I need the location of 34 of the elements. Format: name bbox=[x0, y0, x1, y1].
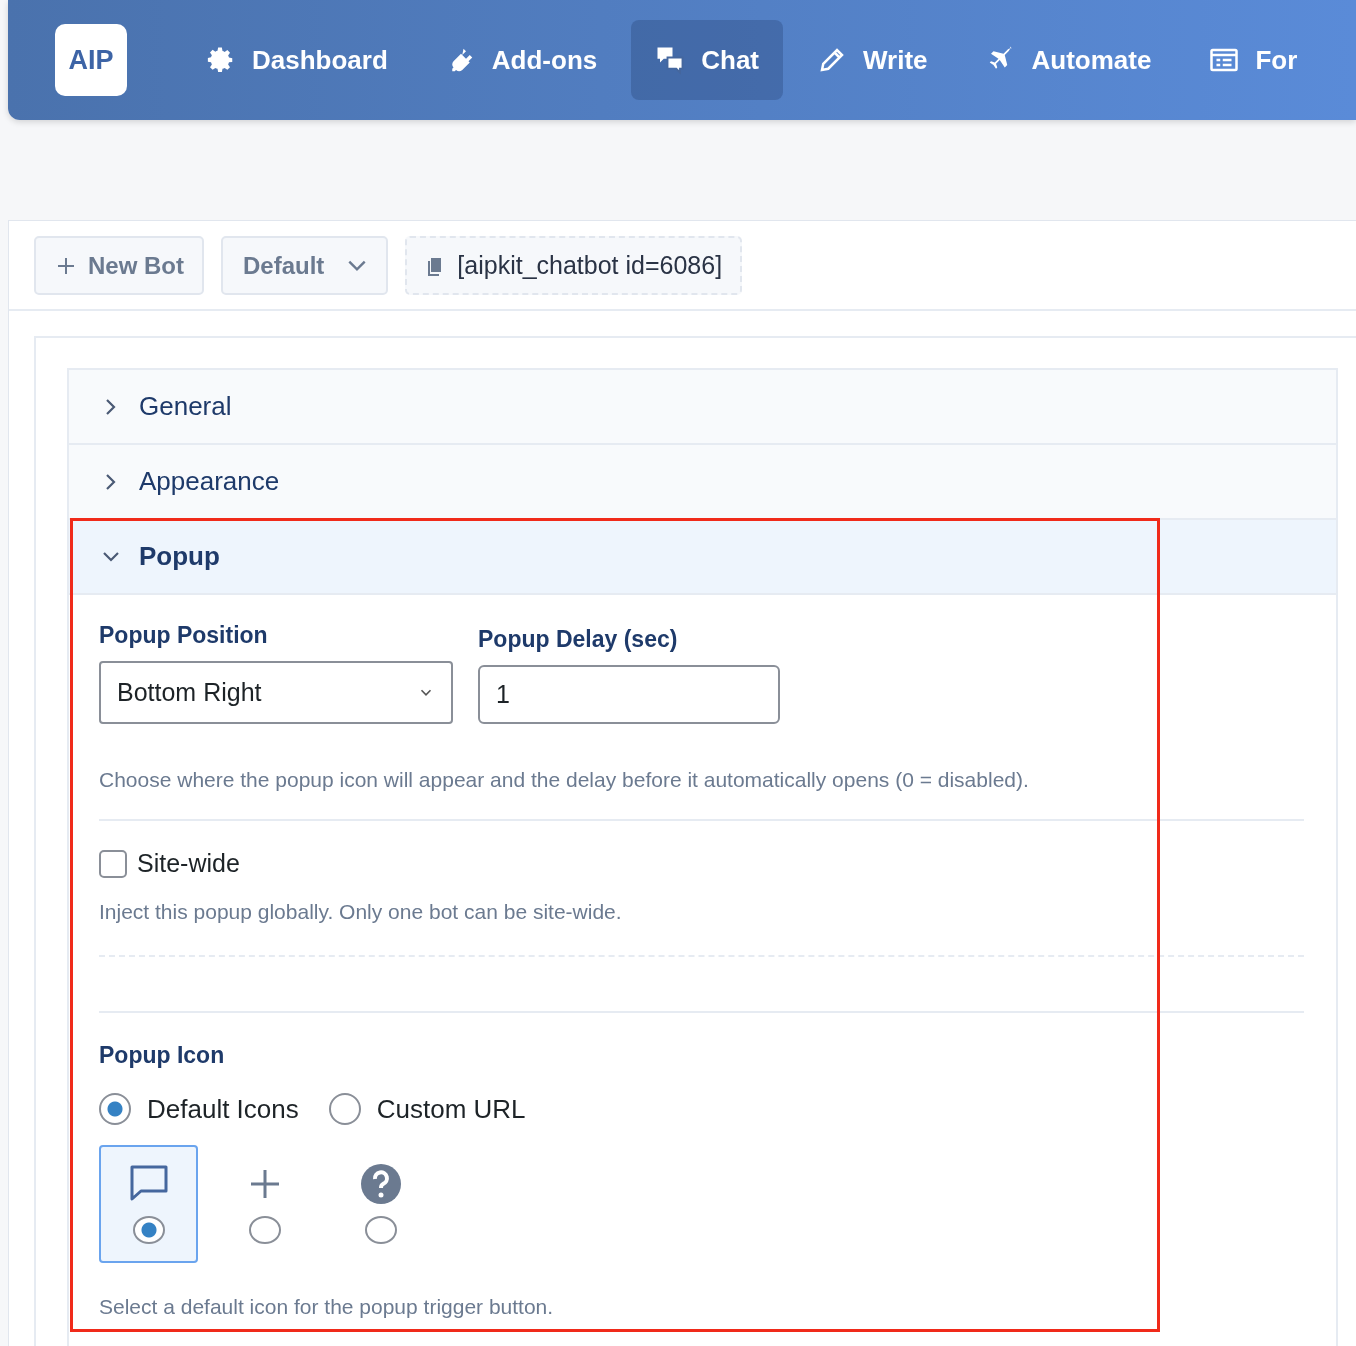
new-bot-button[interactable]: New Bot bbox=[34, 236, 204, 295]
icon-option-card[interactable] bbox=[99, 1145, 198, 1263]
help-text: Select a default icon for the popup trigger button. bbox=[99, 1295, 555, 1319]
help-text: Choose where the popup icon will appear and the delay before it automatically opens (0 = disabled). bbox=[99, 768, 1030, 792]
help-text: Inject this popup globally. Only one bot can be site-wide. bbox=[99, 900, 623, 924]
field-label: Popup Delay (sec) bbox=[478, 626, 679, 653]
bot-select[interactable]: Default bbox=[221, 236, 389, 295]
delay-input[interactable]: 1 bbox=[478, 665, 780, 724]
position-select[interactable]: Bottom Right bbox=[99, 661, 453, 724]
radio-label: Custom URL bbox=[376, 1093, 526, 1125]
field-label: Popup Position bbox=[99, 622, 269, 649]
nav-tab[interactable]: Dashboard bbox=[182, 20, 412, 100]
shortcode-copy-button[interactable]: [aipkit_chatbot id=6086] bbox=[405, 236, 743, 295]
accordion-header[interactable]: General bbox=[69, 370, 1336, 445]
accordion-header[interactable]: Appearance bbox=[69, 445, 1336, 520]
checkbox[interactable] bbox=[99, 849, 127, 878]
nav-tab[interactable]: Automate bbox=[961, 20, 1176, 100]
logo[interactable]: AIP bbox=[55, 24, 127, 96]
radio-button[interactable] bbox=[248, 1216, 281, 1244]
nav-tab[interactable]: For bbox=[1185, 20, 1322, 100]
section-label: Popup Icon bbox=[99, 1042, 225, 1069]
nav-tab[interactable]: Chat bbox=[631, 20, 783, 100]
chat-bubbles-icon bbox=[655, 45, 686, 75]
question-icon bbox=[360, 1164, 401, 1204]
radio-button[interactable] bbox=[132, 1216, 165, 1244]
radio-button[interactable] bbox=[99, 1093, 131, 1125]
accordion-header[interactable]: Popup bbox=[69, 520, 1336, 595]
plus-icon bbox=[56, 255, 76, 276]
checkbox-label: Site-wide bbox=[137, 849, 240, 878]
radio-button[interactable] bbox=[364, 1216, 397, 1244]
radio-label: Default Icons bbox=[147, 1093, 299, 1125]
nav-tab[interactable]: Add-ons bbox=[421, 20, 622, 100]
radio-button[interactable] bbox=[328, 1093, 361, 1125]
nav-tab[interactable]: Write bbox=[793, 20, 952, 100]
